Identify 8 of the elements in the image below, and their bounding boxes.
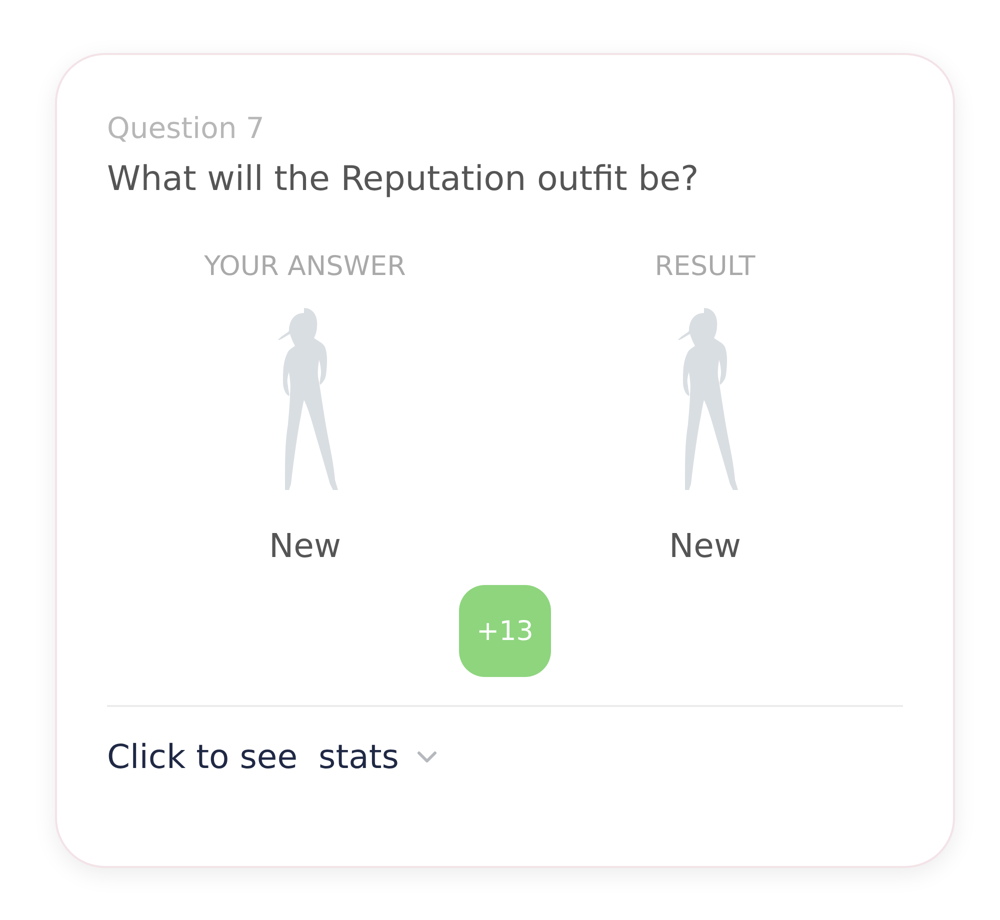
column-heading: YOUR ANSWER bbox=[204, 251, 406, 282]
answer-value: New bbox=[669, 526, 741, 565]
question-number: Question 7 bbox=[107, 111, 264, 145]
answer-value: New bbox=[269, 526, 341, 565]
column-heading: RESULT bbox=[654, 251, 756, 282]
question-text: What will the Reputation outfit be? bbox=[107, 159, 699, 199]
points-badge: +13 bbox=[459, 585, 551, 677]
stats-toggle[interactable]: Click to see stats bbox=[107, 737, 438, 776]
